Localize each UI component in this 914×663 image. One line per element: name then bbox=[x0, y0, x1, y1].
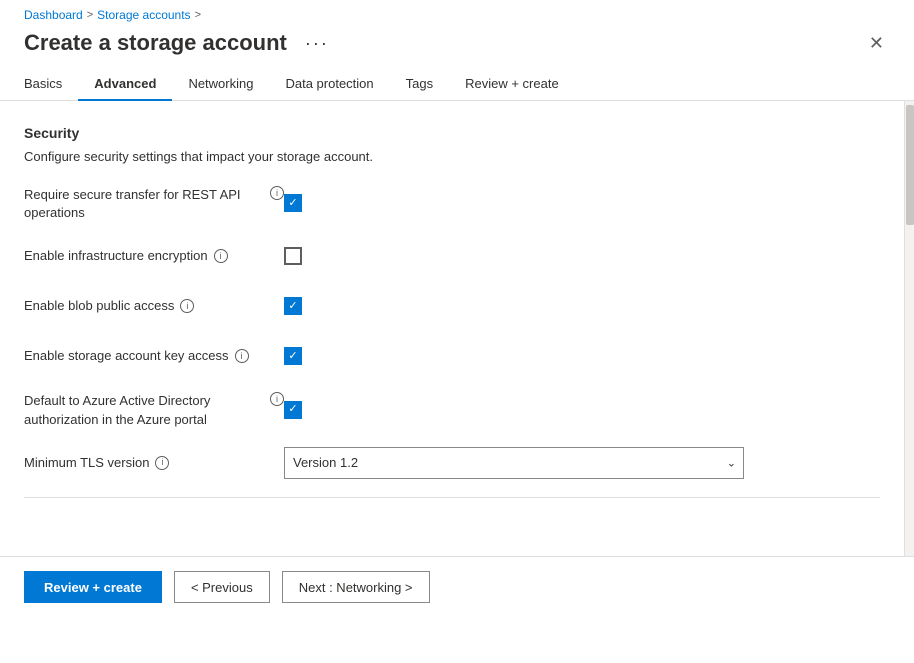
scrollbar-thumb[interactable] bbox=[906, 105, 914, 225]
checkbox-box-infrastructure-encryption[interactable] bbox=[284, 247, 302, 265]
checkbox-label-infrastructure-encryption[interactable] bbox=[284, 247, 302, 265]
breadcrumb-dashboard[interactable]: Dashboard bbox=[24, 8, 83, 22]
check-icon-storage-account-key-access: ✓ bbox=[288, 351, 297, 362]
checkbox-box-storage-account-key-access[interactable]: ✓ bbox=[284, 347, 302, 365]
tab-bar: Basics Advanced Networking Data protecti… bbox=[0, 68, 914, 101]
checkbox-label-azure-ad-authorization[interactable]: ✓ bbox=[284, 401, 302, 419]
field-label-storage-account-key-access: Enable storage account key access i bbox=[24, 347, 284, 365]
breadcrumb: Dashboard > Storage accounts > bbox=[0, 0, 914, 26]
content-area: Security Configure security settings tha… bbox=[0, 101, 914, 556]
breadcrumb-storage-accounts[interactable]: Storage accounts bbox=[97, 8, 190, 22]
field-label-infrastructure-encryption: Enable infrastructure encryption i bbox=[24, 247, 284, 265]
tab-networking[interactable]: Networking bbox=[172, 68, 269, 101]
info-icon-blob-public-access[interactable]: i bbox=[180, 299, 194, 313]
checkbox-label-secure-transfer[interactable]: ✓ bbox=[284, 194, 302, 212]
tab-basics[interactable]: Basics bbox=[24, 68, 78, 101]
info-icon-tls-version[interactable]: i bbox=[155, 456, 169, 470]
scrollbar-track[interactable] bbox=[904, 101, 914, 556]
checkbox-box-azure-ad-authorization[interactable]: ✓ bbox=[284, 401, 302, 419]
tab-review-create[interactable]: Review + create bbox=[449, 68, 575, 101]
check-icon-secure-transfer: ✓ bbox=[288, 198, 297, 209]
checkbox-blob-public-access[interactable]: ✓ bbox=[284, 297, 302, 315]
check-icon-blob-public-access: ✓ bbox=[288, 301, 297, 312]
field-blob-public-access: Enable blob public access i ✓ bbox=[24, 290, 880, 322]
field-require-secure-transfer: Require secure transfer for REST API ope… bbox=[24, 184, 880, 222]
tab-tags[interactable]: Tags bbox=[390, 68, 449, 101]
field-label-blob-public-access: Enable blob public access i bbox=[24, 297, 284, 315]
field-azure-ad-authorization: Default to Azure Active Directory author… bbox=[24, 390, 880, 428]
checkbox-azure-ad-authorization[interactable]: ✓ bbox=[284, 401, 302, 419]
field-label-tls-version: Minimum TLS version i bbox=[24, 454, 284, 472]
review-create-button[interactable]: Review + create bbox=[24, 571, 162, 603]
section-title: Security bbox=[24, 125, 880, 141]
tab-advanced[interactable]: Advanced bbox=[78, 68, 172, 101]
checkbox-label-blob-public-access[interactable]: ✓ bbox=[284, 297, 302, 315]
info-icon-azure-ad-authorization[interactable]: i bbox=[270, 392, 284, 406]
field-tls-version: Minimum TLS version i Version 1.0 Versio… bbox=[24, 447, 880, 479]
page-title: Create a storage account bbox=[24, 30, 287, 56]
previous-button[interactable]: < Previous bbox=[174, 571, 270, 603]
tls-version-dropdown[interactable]: Version 1.0 Version 1.1 Version 1.2 bbox=[284, 447, 744, 479]
checkbox-box-blob-public-access[interactable]: ✓ bbox=[284, 297, 302, 315]
field-label-require-secure-transfer: Require secure transfer for REST API ope… bbox=[24, 184, 284, 222]
main-content: Security Configure security settings tha… bbox=[0, 101, 904, 556]
section-divider bbox=[24, 497, 880, 498]
tab-data-protection[interactable]: Data protection bbox=[269, 68, 389, 101]
check-icon-azure-ad-authorization: ✓ bbox=[288, 404, 297, 415]
ellipsis-button[interactable]: ··· bbox=[299, 31, 335, 56]
breadcrumb-sep1: > bbox=[87, 9, 93, 21]
info-icon-storage-account-key-access[interactable]: i bbox=[235, 349, 249, 363]
breadcrumb-sep2: > bbox=[195, 9, 201, 21]
checkbox-box-secure-transfer[interactable]: ✓ bbox=[284, 194, 302, 212]
info-icon-secure-transfer[interactable]: i bbox=[270, 186, 284, 200]
field-storage-account-key-access: Enable storage account key access i ✓ bbox=[24, 340, 880, 372]
field-label-azure-ad-authorization: Default to Azure Active Directory author… bbox=[24, 390, 284, 428]
close-icon: ✕ bbox=[869, 33, 884, 53]
checkbox-infrastructure-encryption[interactable] bbox=[284, 247, 302, 265]
tls-version-select[interactable]: Version 1.0 Version 1.1 Version 1.2 ⌄ bbox=[284, 447, 744, 479]
section-description: Configure security settings that impact … bbox=[24, 149, 880, 164]
checkbox-require-secure-transfer[interactable]: ✓ bbox=[284, 194, 302, 212]
next-button[interactable]: Next : Networking > bbox=[282, 571, 430, 603]
footer: Review + create < Previous Next : Networ… bbox=[0, 556, 914, 617]
checkbox-label-storage-account-key-access[interactable]: ✓ bbox=[284, 347, 302, 365]
page-header: Create a storage account ··· ✕ bbox=[0, 26, 914, 68]
info-icon-infrastructure-encryption[interactable]: i bbox=[214, 249, 228, 263]
tls-version-select-container[interactable]: Version 1.0 Version 1.1 Version 1.2 ⌄ bbox=[284, 447, 744, 479]
close-button[interactable]: ✕ bbox=[863, 32, 890, 54]
field-infrastructure-encryption: Enable infrastructure encryption i bbox=[24, 240, 880, 272]
checkbox-storage-account-key-access[interactable]: ✓ bbox=[284, 347, 302, 365]
